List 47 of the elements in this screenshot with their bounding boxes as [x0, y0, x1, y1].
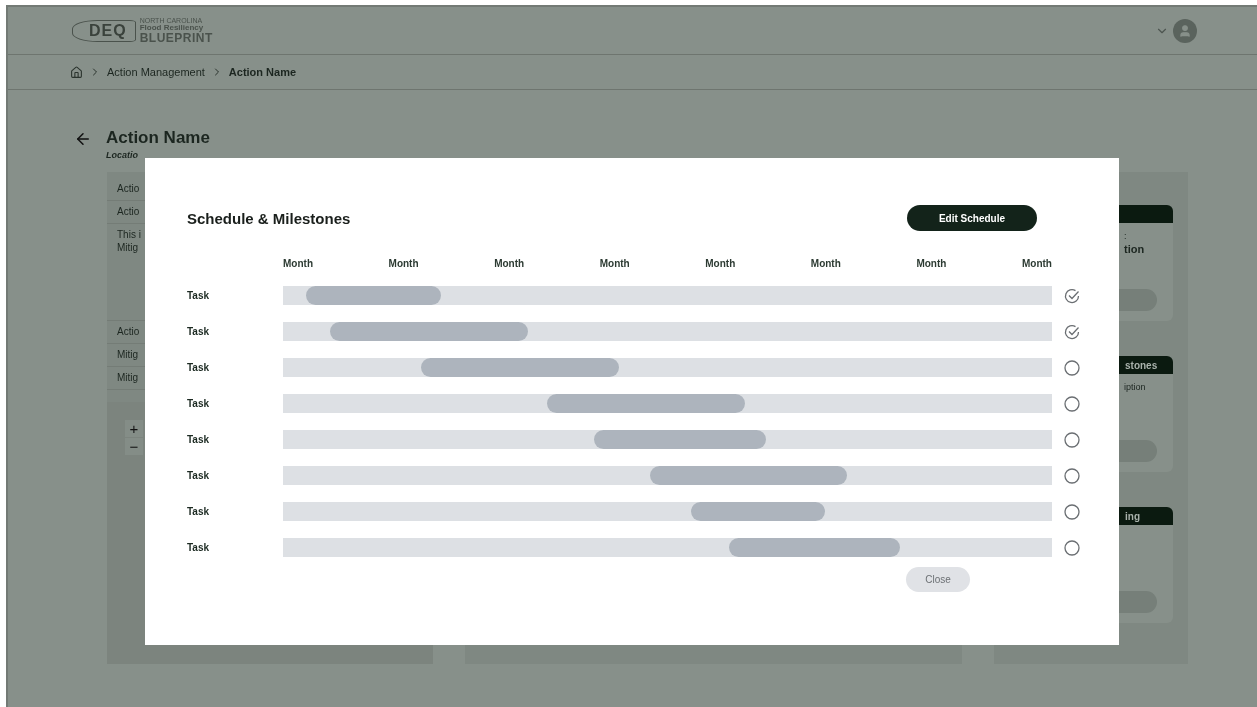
logo-title: BLUEPRINT — [139, 32, 213, 44]
zoom-button[interactable]: − — [125, 438, 143, 455]
check-circle-icon[interactable] — [1064, 323, 1080, 340]
logo-mark: DEQ — [89, 21, 127, 40]
task-label: Task — [187, 542, 211, 553]
task-label: Task — [187, 362, 211, 373]
card-text: : — [1124, 231, 1127, 241]
month-label: Month — [494, 258, 525, 269]
check-circle-icon[interactable] — [1064, 287, 1080, 304]
page-subtitle: Locatio — [106, 150, 139, 160]
page-title: Action Name — [106, 128, 210, 148]
breadcrumb-link[interactable]: Action Management — [107, 66, 205, 78]
detail-text: Mitig — [117, 242, 139, 253]
empty-circle-icon[interactable] — [1064, 467, 1080, 484]
month-label: Month — [599, 258, 630, 269]
card-text: tion — [1124, 243, 1145, 255]
task-label: Task — [187, 506, 211, 517]
empty-circle-icon[interactable] — [1064, 431, 1080, 448]
task-label: Task — [187, 470, 211, 481]
month-label: Month — [1021, 258, 1052, 269]
detail-text: Actio — [117, 183, 140, 194]
detail-text: Mitig — [117, 372, 139, 383]
month-label: Month — [388, 258, 419, 269]
month-label: Month — [810, 258, 841, 269]
month-label: Month — [283, 258, 313, 269]
task-label: Task — [187, 398, 211, 409]
logo-subtitle: Flood Resiliency — [139, 24, 205, 32]
close-button[interactable]: Close — [906, 567, 970, 592]
month-label: Month — [705, 258, 736, 269]
home-icon[interactable] — [70, 65, 83, 79]
detail-text: Mitig — [117, 349, 139, 360]
detail-text: Actio — [117, 206, 140, 217]
detail-text: Actio — [117, 326, 140, 337]
empty-circle-icon[interactable] — [1064, 395, 1080, 412]
zoom-button[interactable]: + — [125, 420, 143, 437]
dialog-title: Schedule & Milestones — [187, 209, 351, 227]
card-text: iption — [1124, 382, 1146, 392]
task-label: Task — [187, 326, 211, 337]
month-label: Month — [916, 258, 947, 269]
empty-circle-icon[interactable] — [1064, 503, 1080, 520]
breadcrumb-link[interactable]: Action Name — [228, 66, 297, 78]
empty-circle-icon[interactable] — [1064, 539, 1080, 556]
task-label: Task — [187, 290, 211, 301]
edit-schedule-button[interactable]: Edit Schedule — [907, 205, 1037, 231]
task-label: Task — [187, 434, 211, 445]
detail-text: This i — [117, 229, 141, 240]
empty-circle-icon[interactable] — [1064, 359, 1080, 376]
